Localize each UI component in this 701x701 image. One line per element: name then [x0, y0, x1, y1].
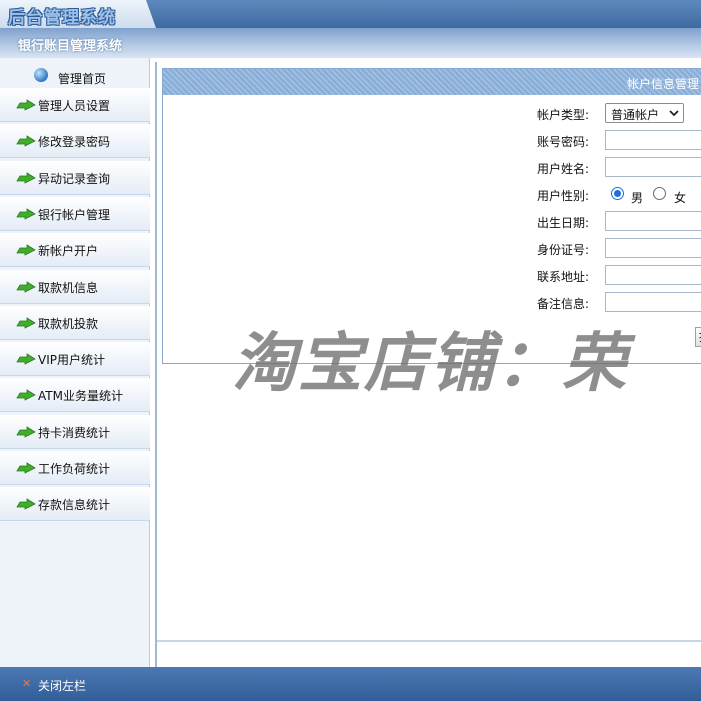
green-arrow-icon: [16, 208, 36, 220]
close-icon: ✕: [22, 677, 32, 690]
app-logo: 后台管理系统: [8, 8, 116, 28]
sidebar-item-2[interactable]: 修改登录密码: [0, 124, 150, 159]
gender-male-label: 男: [631, 191, 644, 205]
green-arrow-icon: [16, 135, 36, 147]
sidebar-item-label: 取款机信息: [38, 280, 99, 295]
top-header-bar: 后台管理系统: [0, 0, 701, 28]
sidebar-item-label: 异动记录查询: [38, 171, 111, 186]
sidebar-item-label: 取款机投款: [38, 316, 99, 331]
sidebar-item-3[interactable]: 异动记录查询: [0, 160, 150, 195]
name-label: 用户姓名:: [537, 162, 590, 176]
green-arrow-icon: [16, 99, 36, 111]
gender-label: 用户性别:: [537, 189, 590, 203]
remark-label: 备注信息:: [537, 297, 590, 311]
chevron-down-icon: [669, 110, 679, 117]
sidebar-item-label: 工作负荷统计: [38, 462, 111, 476]
sidebar-item-12[interactable]: 存款信息统计: [0, 487, 150, 522]
account-type-value: 普通帐户: [611, 108, 660, 122]
green-arrow-icon: [16, 353, 36, 365]
globe-icon: [34, 68, 48, 82]
birthdate-field[interactable]: [605, 211, 701, 231]
main-content: 帐户信息管理 帐户类型: 普通帐户 账号密码: 用户姓名: 用户性别: 男 女 …: [155, 62, 701, 667]
bottom-bar: ✕ 关闭左栏: [0, 667, 701, 701]
green-arrow-icon: [16, 425, 36, 438]
sidebar-item-5[interactable]: 新帐户开户: [0, 233, 150, 268]
sidebar-item-label: 新帐户开户: [38, 244, 99, 259]
sidebar-item-7[interactable]: 取款机投款: [0, 305, 150, 340]
name-field[interactable]: [605, 157, 701, 177]
sidebar-item-label: VIP用户统计: [38, 353, 105, 368]
green-arrow-icon: [16, 171, 36, 184]
address-field[interactable]: [605, 265, 701, 285]
gender-female-radio[interactable]: [653, 187, 666, 200]
sidebar-item-9[interactable]: ATM业务量统计: [0, 378, 150, 413]
sidebar-item-11[interactable]: 工作负荷统计: [0, 451, 150, 485]
submit-button[interactable]: 提: [695, 327, 701, 347]
account-type-select[interactable]: 普通帐户: [605, 103, 684, 123]
sidebar-item-10[interactable]: 持卡消费统计: [0, 414, 150, 449]
id-number-field[interactable]: [605, 238, 701, 258]
close-sidebar-label: 关闭左栏: [38, 679, 87, 693]
sidebar-home-link[interactable]: 管理首页: [0, 66, 150, 88]
sidebar-home-label: 管理首页: [58, 72, 107, 86]
sidebar-item-8[interactable]: VIP用户统计: [0, 342, 150, 377]
content-divider: [157, 640, 701, 642]
remark-field[interactable]: [605, 292, 701, 312]
sidebar-item-label: 持卡消费统计: [38, 425, 111, 440]
sidebar-item-label: 存款信息统计: [38, 498, 111, 513]
sidebar-item-6[interactable]: 取款机信息: [0, 269, 150, 304]
account-info-panel: 帐户信息管理 帐户类型: 普通帐户 账号密码: 用户姓名: 用户性别: 男 女 …: [162, 68, 701, 364]
green-arrow-icon: [16, 280, 36, 293]
sidebar-item-1[interactable]: 管理人员设置: [0, 88, 150, 122]
sidebar-item-label: 管理人员设置: [38, 99, 111, 113]
sidebar-item-label: 修改登录密码: [38, 135, 111, 150]
id-number-label: 身份证号:: [537, 243, 590, 257]
green-arrow-icon: [16, 498, 36, 510]
sidebar: 管理首页 管理人员设置 修改登录密码 异动记录查询 银行帐户管理 新帐户开户取款机信息取…: [0, 58, 150, 667]
account-type-label: 帐户类型:: [537, 108, 590, 122]
system-title-band: 银行账目管理系统: [0, 28, 701, 58]
panel-title: 帐户信息管理: [626, 77, 699, 91]
green-arrow-icon: [16, 389, 36, 402]
gender-male-radio[interactable]: [611, 187, 624, 200]
birthdate-label: 出生日期:: [537, 216, 590, 230]
sidebar-item-label: 银行帐户管理: [38, 207, 111, 222]
password-field[interactable]: [605, 130, 701, 150]
password-label: 账号密码:: [537, 135, 590, 149]
logo-tab: 后台管理系统: [0, 0, 156, 28]
green-arrow-icon: [16, 244, 36, 256]
green-arrow-icon: [16, 462, 36, 474]
system-title: 银行账目管理系统: [18, 39, 123, 54]
sidebar-item-4[interactable]: 银行帐户管理: [0, 196, 150, 231]
sidebar-item-label: ATM业务量统计: [38, 389, 123, 404]
panel-header: 帐户信息管理: [163, 69, 701, 95]
address-label: 联系地址:: [537, 270, 590, 284]
gender-female-label: 女: [674, 191, 687, 205]
green-arrow-icon: [16, 317, 36, 329]
